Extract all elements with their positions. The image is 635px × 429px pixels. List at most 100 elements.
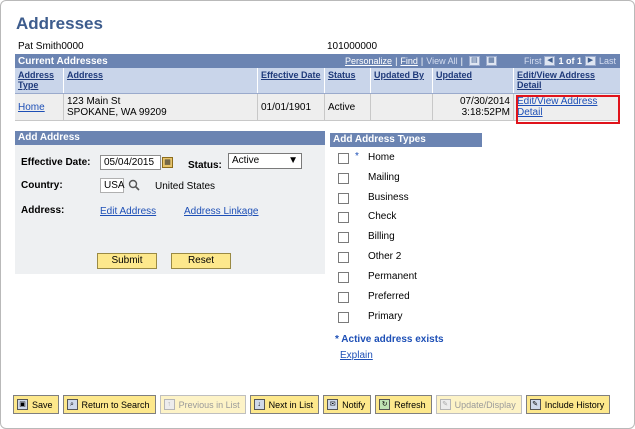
type-item-primary[interactable]: Primary [332,311,482,325]
person-id: 101000000 [327,41,378,52]
col-status[interactable]: Status [325,68,371,93]
calendar-icon[interactable]: ▦ [162,157,173,168]
type-item-other-2[interactable]: Other 2 [332,251,482,265]
submit-button[interactable]: Submit [97,253,157,269]
explain-link[interactable]: Explain [340,350,373,361]
col-address[interactable]: Address [64,68,258,93]
active-star: * [355,151,359,162]
type-item-home[interactable]: * Home [332,151,482,166]
grid-column-headers: Address Type Address Effective Date Stat… [15,68,620,94]
type-item-billing[interactable]: Billing [332,231,482,245]
checkbox[interactable] [338,173,349,184]
effective-date-label: Effective Date: [21,157,91,168]
edit-address-link[interactable]: Edit Address [100,206,156,217]
checkbox[interactable] [338,272,349,283]
previous-in-list-label: Previous in List [178,399,240,410]
active-address-note: * Active address exists [335,334,444,345]
type-label: Home [368,152,395,163]
next-in-list-label: Next in List [268,399,314,410]
type-item-mailing[interactable]: Mailing [332,172,482,186]
first-link[interactable]: First [524,56,542,66]
refresh-label: Refresh [394,399,426,410]
col-address-type[interactable]: Address Type [15,68,64,93]
lookup-search-icon[interactable] [128,179,140,191]
address-label: Address: [21,205,65,216]
highlight-box [516,95,620,124]
download-icon[interactable]: ▤ [468,56,480,66]
refresh-button[interactable]: ↻ Refresh [375,395,432,414]
effective-date-cell: 01/01/1901 [258,94,325,120]
type-label: Business [368,192,409,203]
updated-date: 07/30/2014 [459,96,510,107]
update-display-icon: ✎ [439,399,451,410]
add-address-types-header: Add Address Types [330,133,482,147]
country-label: Country: [21,180,63,191]
effective-date-input[interactable]: 05/04/2015 [100,155,161,170]
status-select[interactable]: Active ▼ [228,153,302,169]
save-icon: ▣ [17,399,28,410]
checkbox[interactable] [338,212,349,223]
col-updated[interactable]: Updated [433,68,514,93]
type-item-preferred[interactable]: Preferred [332,291,482,305]
checkbox[interactable] [338,292,349,303]
return-to-search-button[interactable]: ⌕ Return to Search [62,395,156,414]
page-title: Addresses [16,14,103,33]
previous-in-list-button[interactable]: ↑ Previous in List [159,395,246,414]
checkbox[interactable] [338,312,349,323]
chevron-down-icon: ▼ [288,155,298,166]
last-link[interactable]: Last [599,56,616,66]
checkbox[interactable] [338,252,349,263]
checkbox[interactable] [338,232,349,243]
include-history-button[interactable]: ✎ Include History [525,395,611,414]
save-label: Save [32,399,53,410]
address-linkage-link[interactable]: Address Linkage [184,206,259,217]
return-to-search-label: Return to Search [81,399,150,410]
checkbox[interactable] [338,193,349,204]
person-name: Pat Smith0000 [18,41,84,52]
status-cell: Active [325,94,371,120]
refresh-icon: ↻ [379,399,391,410]
bottom-toolbar: ▣ Save ⌕ Return to Search ↑ Previous in Lis… [13,395,611,416]
status-label: Status: [188,160,222,171]
address-line-1: 123 Main St [67,96,121,107]
col-effective-date[interactable]: Effective Date [258,68,325,93]
nav-separator: | [460,56,463,66]
updated-cell: 07/30/2014 3:18:52PM [433,94,514,120]
country-code-input[interactable]: USA [100,178,125,193]
include-history-label: Include History [544,399,605,410]
nav-separator: | [420,56,424,66]
notify-label: Notify [342,399,366,410]
address-cell: 123 Main St SPOKANE, WA 99209 [64,94,258,120]
search-icon: ⌕ [66,399,78,410]
update-display-label: Update/Display [454,399,516,410]
next-list-icon: ↓ [253,399,265,410]
address-type-link[interactable]: Home [18,102,45,113]
reset-button[interactable]: Reset [171,253,231,269]
col-edit-view-detail[interactable]: Edit/View Address Detail [514,68,620,93]
type-label: Other 2 [368,251,402,262]
type-label: Mailing [368,172,400,183]
country-name: United States [155,181,216,192]
grid-title: Current Addresses [18,55,108,67]
row-range: 1 of 1 [558,56,582,66]
type-item-business[interactable]: Business [332,192,482,206]
personalize-link[interactable]: Personalize [345,56,392,66]
grid-navigation: Personalize | Find | View All | ▤ ▦ Firs… [345,54,620,68]
next-arrow-icon[interactable]: ▶ [584,56,596,66]
view-all-link[interactable]: View All [426,56,457,66]
update-display-button[interactable]: ✎ Update/Display [435,395,522,414]
grid-view-icon[interactable]: ▦ [485,56,497,66]
notify-button[interactable]: ✉ Notify [323,395,372,414]
type-label: Billing [368,231,395,242]
type-label: Permanent [368,271,417,282]
col-updated-by[interactable]: Updated By [371,68,433,93]
updated-by-cell [371,94,433,120]
grid-header: Current Addresses Personalize | Find | V… [15,54,620,68]
next-in-list-button[interactable]: ↓ Next in List [249,395,320,414]
save-button[interactable]: ▣ Save [13,395,59,414]
type-item-check[interactable]: Check [332,211,482,225]
previous-arrow-icon[interactable]: ◀ [544,56,556,66]
type-item-permanent[interactable]: Permanent [332,271,482,285]
find-link[interactable]: Find [400,56,418,66]
checkbox[interactable] [338,153,349,164]
